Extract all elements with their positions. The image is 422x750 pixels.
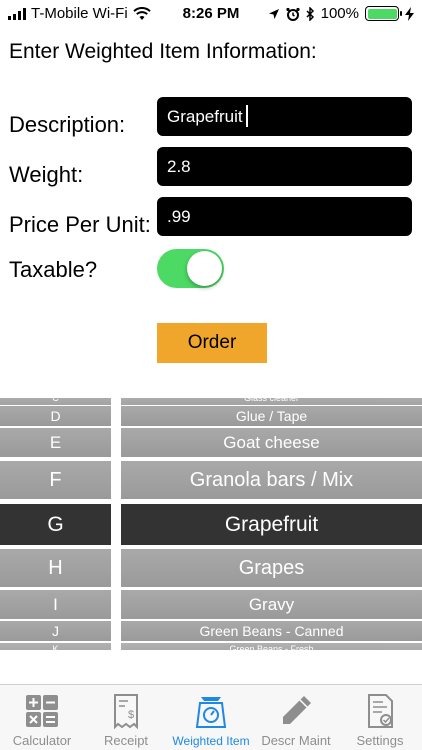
letter-picker-row[interactable]: F — [0, 461, 111, 499]
tab-label-calculator: Calculator — [12, 733, 72, 748]
item-picker-row[interactable]: Gravy — [121, 590, 422, 619]
tab-calculator[interactable]: Calculator — [0, 685, 84, 750]
svg-text:$: $ — [128, 709, 134, 721]
tab-label-receipt: Receipt — [103, 733, 149, 748]
pencil-icon — [283, 696, 311, 724]
letter-picker-row[interactable]: K — [0, 643, 111, 650]
bluetooth-icon — [306, 6, 314, 21]
battery-percent: 100% — [320, 5, 359, 22]
text-cursor — [245, 105, 248, 128]
tab-settings[interactable]: Settings — [338, 685, 422, 750]
order-button[interactable]: Order — [157, 323, 267, 363]
letter-picker-row[interactable]: E — [0, 428, 111, 457]
tab-weighted-item[interactable]: Weighted Item — [168, 685, 254, 750]
letter-picker[interactable]: CDEFGHIJK — [0, 398, 111, 650]
letter-picker-row-selected[interactable]: G — [0, 504, 111, 545]
price-per-unit-value: .99 — [167, 207, 191, 226]
letter-picker-row[interactable]: H — [0, 549, 111, 587]
weight-value: 2.8 — [167, 157, 191, 176]
location-arrow-icon — [268, 8, 279, 19]
item-picker-row[interactable]: Glue / Tape — [121, 406, 422, 426]
page-title: Enter Weighted Item Information: — [9, 40, 317, 63]
item-picker-row[interactable]: Granola bars / Mix — [121, 461, 422, 499]
tab-label-settings: Settings — [356, 733, 404, 748]
item-picker-row[interactable]: Grapes — [121, 549, 422, 587]
item-picker-row-selected[interactable]: Grapefruit — [121, 504, 422, 545]
calculator-icon — [26, 695, 58, 727]
tab-label-descr-maint: Descr Maint — [261, 733, 331, 748]
letter-picker-row[interactable]: C — [0, 398, 111, 405]
description-value: Grapefruit — [167, 107, 243, 126]
scale-icon — [195, 697, 227, 728]
status-right-group: 100% — [268, 5, 414, 22]
settings-document-icon — [368, 694, 393, 728]
alarm-icon — [286, 7, 300, 21]
item-picker-row[interactable]: Goat cheese — [121, 428, 422, 457]
charging-bolt-icon — [405, 6, 414, 21]
tab-descr-maint[interactable]: Descr Maint — [254, 685, 338, 750]
item-picker-row[interactable]: Glass cleaner — [121, 398, 422, 405]
item-picker-row[interactable]: Green Beans - Canned — [121, 621, 422, 641]
letter-picker-row[interactable]: D — [0, 406, 111, 426]
letter-picker-row[interactable]: I — [0, 590, 111, 619]
tab-receipt[interactable]: $ Receipt — [84, 685, 168, 750]
tab-bar: Calculator $ Receipt Weighted Item Descr… — [0, 684, 422, 750]
item-picker[interactable]: Glass cleaner Glue / Tape Goat cheese Grano… — [121, 398, 422, 650]
battery-icon — [365, 6, 402, 21]
item-picker-row[interactable]: Green Beans - Fresh — [121, 643, 422, 650]
toggle-knob — [187, 251, 222, 286]
tab-label-weighted-item: Weighted Item — [172, 734, 250, 748]
description-field[interactable]: Grapefruit — [157, 97, 412, 136]
taxable-label: Taxable? — [9, 257, 98, 282]
description-label: Description: — [9, 112, 126, 137]
status-bar: T-Mobile Wi-Fi 8:26 PM 100% — [0, 0, 422, 30]
weight-label: Weight: — [9, 162, 84, 187]
letter-picker-row[interactable]: J — [0, 621, 111, 641]
price-per-unit-label: Price Per Unit: — [9, 212, 151, 237]
taxable-toggle[interactable] — [157, 249, 224, 288]
receipt-icon: $ — [114, 694, 138, 729]
weight-field[interactable]: 2.8 — [157, 147, 412, 186]
price-per-unit-field[interactable]: .99 — [157, 197, 412, 236]
